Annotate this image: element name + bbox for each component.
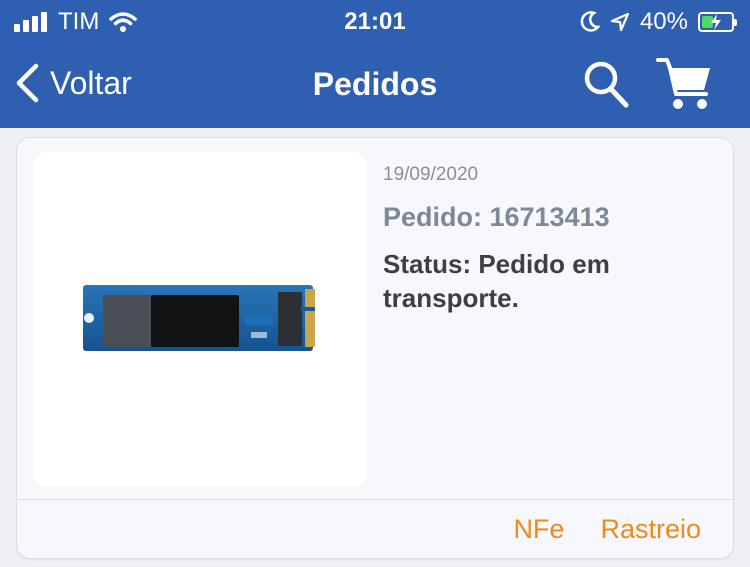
card-actions: NFe Rastreio — [513, 514, 701, 545]
order-info: 19/09/2020 Pedido: 16713413 Status: Pedi… — [383, 164, 713, 315]
status-bar: TIM 21:01 40% — [0, 0, 750, 42]
cart-button[interactable] — [656, 56, 712, 117]
product-image — [33, 152, 367, 486]
location-arrow-icon — [610, 12, 630, 32]
order-status: Status: Pedido em transporte. — [383, 249, 610, 313]
tracking-link[interactable]: Rastreio — [600, 514, 701, 545]
navigation-bar: Voltar Pedidos — [0, 50, 750, 120]
search-button[interactable] — [582, 59, 630, 114]
order-card[interactable]: 19/09/2020 Pedido: 16713413 Status: Pedi… — [16, 137, 734, 559]
battery-percentage: 40% — [639, 8, 688, 35]
top-bar: TIM 21:01 40% Voltar Pedidos — [0, 0, 750, 128]
card-divider — [17, 499, 733, 500]
cart-icon — [656, 58, 710, 109]
charging-bolt-icon — [711, 14, 721, 30]
battery-icon — [698, 12, 737, 32]
moon-icon — [580, 11, 600, 32]
nav-actions — [582, 56, 712, 117]
ssd-drive-image — [83, 285, 315, 351]
order-date: 19/09/2020 — [383, 164, 479, 185]
order-number: Pedido: 16713413 — [383, 202, 610, 232]
status-right: 40% — [570, 8, 737, 36]
search-icon — [584, 61, 629, 108]
nfe-link[interactable]: NFe — [513, 514, 564, 545]
